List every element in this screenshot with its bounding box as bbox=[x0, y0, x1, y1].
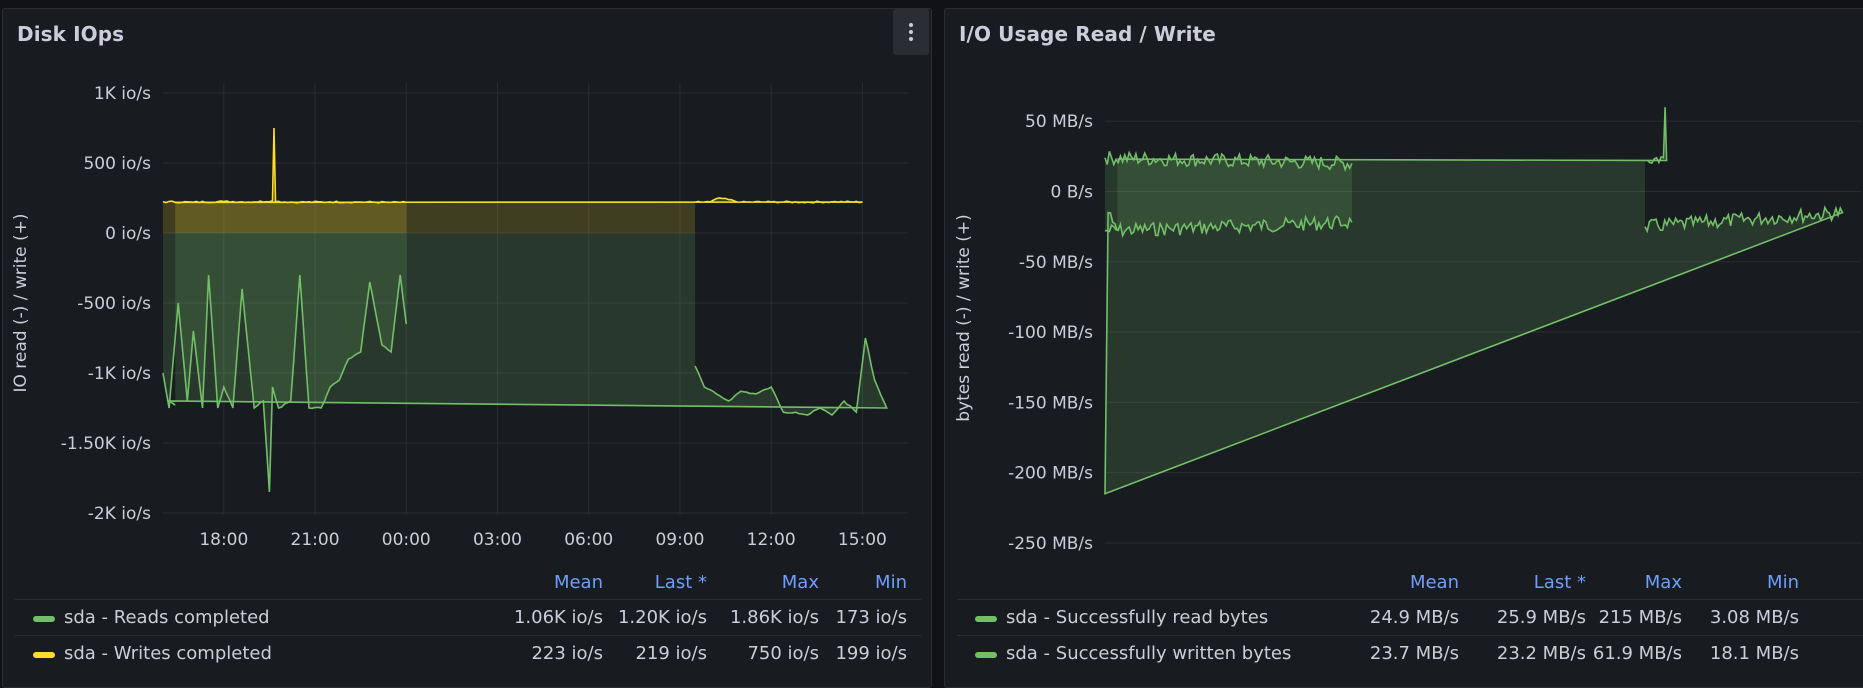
legend-last-value: 219 io/s bbox=[635, 643, 707, 664]
legend-header-max[interactable]: Max bbox=[1645, 572, 1682, 593]
legend-header-min[interactable]: Min bbox=[1767, 572, 1799, 593]
x-tick-label: 18:00 bbox=[199, 530, 248, 550]
x-tick-label: 06:00 bbox=[564, 530, 613, 550]
x-tick-label: 09:00 bbox=[655, 530, 704, 550]
y-tick-label: -150 MB/s bbox=[1008, 393, 1093, 413]
legend-max-value: 61.9 MB/s bbox=[1592, 643, 1682, 664]
legend-last-value: 1.20K io/s bbox=[617, 607, 707, 628]
series-color-swatch[interactable] bbox=[975, 616, 997, 622]
y-tick-label: 1K io/s bbox=[94, 84, 151, 104]
x-tick-label: 21:00 bbox=[291, 530, 340, 550]
legend-header: Mean Last * Max Min bbox=[3, 572, 933, 598]
legend-header-min[interactable]: Min bbox=[875, 572, 907, 593]
legend-max-value: 750 io/s bbox=[747, 643, 819, 664]
legend-header-last[interactable]: Last * bbox=[655, 572, 707, 593]
legend-series-name[interactable]: sda - Reads completed bbox=[64, 607, 270, 628]
y-tick-label: -50 MB/s bbox=[1019, 253, 1093, 273]
legend-mean-value: 1.06K io/s bbox=[513, 607, 603, 628]
io-usage-chart[interactable]: 50 MB/s 0 B/s -50 MB/s -100 MB/s -150 MB/s -2… bbox=[945, 9, 1863, 569]
y-tick-label: 0 io/s bbox=[105, 224, 151, 244]
x-tick-label: 03:00 bbox=[473, 530, 522, 550]
legend-series-name[interactable]: sda - Successfully read bytes bbox=[1006, 607, 1268, 628]
y-axis-title: bytes read (-) / write (+) bbox=[954, 214, 974, 422]
io-usage-panel: I/O Usage Read / Write 50 MB/s 0 B/s -50 M… bbox=[944, 8, 1863, 688]
series-line bbox=[1117, 107, 1668, 165]
x-tick-label: 15:00 bbox=[838, 530, 887, 550]
legend-header-last[interactable]: Last * bbox=[1534, 572, 1586, 593]
legend-max-value: 215 MB/s bbox=[1598, 607, 1682, 628]
y-tick-label: 500 io/s bbox=[83, 154, 151, 174]
series-color-swatch[interactable] bbox=[33, 652, 55, 658]
legend-row[interactable]: sda - Reads completed 1.06K io/s 1.20K i… bbox=[15, 599, 921, 634]
series-color-swatch[interactable] bbox=[975, 652, 997, 658]
legend-header-mean[interactable]: Mean bbox=[554, 572, 603, 593]
y-tick-label: -200 MB/s bbox=[1008, 464, 1093, 484]
series-area bbox=[1117, 107, 1667, 192]
y-tick-label: -500 io/s bbox=[77, 294, 151, 314]
series-area bbox=[175, 198, 863, 233]
y-tick-label: -250 MB/s bbox=[1008, 534, 1093, 554]
legend-min-value: 18.1 MB/s bbox=[1709, 643, 1799, 664]
series-area bbox=[1105, 191, 1843, 494]
legend-last-value: 25.9 MB/s bbox=[1496, 607, 1586, 628]
y-tick-label: -1.50K io/s bbox=[61, 434, 151, 454]
y-tick-label: -100 MB/s bbox=[1008, 323, 1093, 343]
legend-header-max[interactable]: Max bbox=[782, 572, 819, 593]
legend-min-value: 199 io/s bbox=[835, 643, 907, 664]
series-area bbox=[169, 233, 887, 415]
legend-row[interactable]: sda - Writes completed 223 io/s 219 io/s… bbox=[15, 635, 921, 670]
legend-row[interactable]: sda - Successfully written bytes 23.7 MB… bbox=[957, 635, 1863, 670]
disk-iops-panel: Disk IOps 1K io/s 500 io/s 0 io/s -500 io/s… bbox=[2, 8, 932, 688]
series-color-swatch[interactable] bbox=[33, 616, 55, 622]
y-tick-label: -1K io/s bbox=[88, 364, 151, 384]
legend-last-value: 23.2 MB/s bbox=[1496, 643, 1586, 664]
y-tick-label: -2K io/s bbox=[88, 504, 151, 524]
x-tick-label: 12:00 bbox=[747, 530, 796, 550]
legend-mean-value: 223 io/s bbox=[531, 643, 603, 664]
legend-header: Mean Last * Max Min bbox=[945, 572, 1863, 598]
legend-series-name[interactable]: sda - Successfully written bytes bbox=[1006, 643, 1291, 664]
disk-iops-chart[interactable]: 1K io/s 500 io/s 0 io/s -500 io/s -1K io/s -1… bbox=[3, 9, 933, 569]
y-axis-title: IO read (-) / write (+) bbox=[11, 213, 31, 392]
legend-max-value: 1.86K io/s bbox=[729, 607, 819, 628]
legend-mean-value: 24.9 MB/s bbox=[1369, 607, 1459, 628]
legend-min-value: 3.08 MB/s bbox=[1709, 607, 1799, 628]
legend-min-value: 173 io/s bbox=[835, 607, 907, 628]
series-line bbox=[175, 197, 863, 204]
legend-series-name[interactable]: sda - Writes completed bbox=[64, 643, 272, 664]
y-tick-label: 0 B/s bbox=[1051, 182, 1094, 202]
x-tick-label: 00:00 bbox=[382, 530, 431, 550]
y-tick-label: 50 MB/s bbox=[1025, 112, 1093, 132]
legend-mean-value: 23.7 MB/s bbox=[1369, 643, 1459, 664]
series-line bbox=[162, 127, 407, 204]
legend-row[interactable]: sda - Successfully read bytes 24.9 MB/s … bbox=[957, 599, 1863, 634]
legend-header-mean[interactable]: Mean bbox=[1410, 572, 1459, 593]
